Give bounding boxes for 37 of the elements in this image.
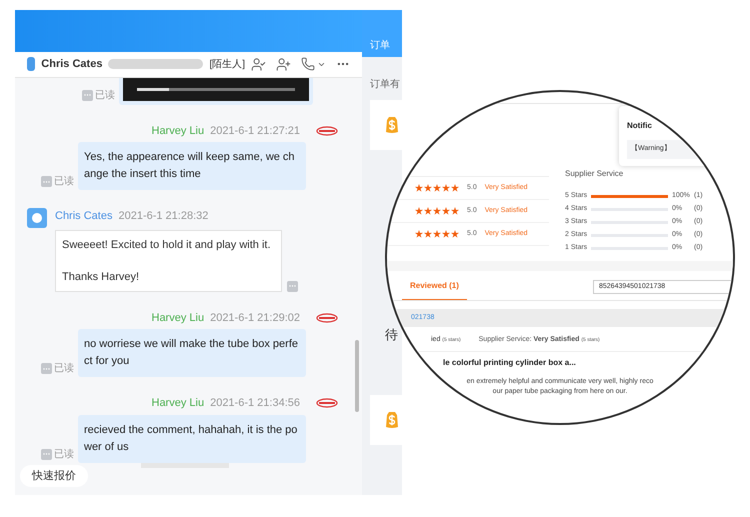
- user-avatar: [27, 208, 47, 228]
- add-user-icon[interactable]: [276, 56, 291, 72]
- order-tab[interactable]: 订单: [362, 10, 402, 57]
- phone-icon[interactable]: [301, 57, 315, 72]
- sender-name: Harvey Liu: [152, 396, 204, 411]
- section-title: Supplier Service: [565, 168, 624, 180]
- read-status: 已读: [95, 88, 115, 102]
- money-bag-icon: [385, 410, 399, 428]
- message-bubble: recieved the comment, hahahah, it is the power of us: [78, 414, 306, 462]
- sender-name: Harvey Liu: [152, 310, 204, 326]
- message-bubble: Sweeeet! Excited to hold it and play with it. Thanks Harvey!: [55, 230, 282, 292]
- review-title: le colorful printing cylinder box a...: [442, 356, 577, 368]
- sender-name: Harvey Liu: [152, 124, 204, 138]
- order-status: 待: [384, 326, 399, 344]
- sender-name: Chris Cates: [55, 209, 112, 224]
- message-time: 2021-6-1 21:34:56: [210, 396, 300, 411]
- money-bag-icon: [385, 116, 399, 134]
- contact-tag: [陌生人]: [209, 56, 245, 72]
- section-heading: 订单有: [369, 78, 401, 92]
- message-bubble: Yes, the appearence will keep same, we change the insert this time: [78, 142, 306, 190]
- read-status: 已读: [54, 448, 74, 462]
- contact-name: Chris Cates: [41, 56, 102, 72]
- reviews-tab[interactable]: Reviewed (1): [402, 280, 467, 300]
- company-logo-icon: [316, 310, 338, 325]
- contact-icon[interactable]: [251, 56, 266, 72]
- message-time: 2021-6-1 21:29:02: [210, 310, 300, 326]
- message-time: 2021-6-1 21:28:32: [118, 209, 208, 224]
- contact-avatar: [27, 57, 36, 72]
- scrollbar-thumb[interactable]: [355, 340, 359, 412]
- message-time: 2021-6-1 21:27:21: [210, 124, 300, 138]
- company-logo-icon: [316, 124, 338, 138]
- read-status: 已读: [54, 362, 74, 376]
- notification-title: Notific: [627, 120, 653, 132]
- read-status: 已读: [54, 174, 74, 189]
- message-bubble: no worriese we will make the tube box perfect for you: [78, 329, 306, 377]
- company-logo-icon: [316, 396, 338, 410]
- quick-quote-button[interactable]: 快速报价: [20, 464, 88, 487]
